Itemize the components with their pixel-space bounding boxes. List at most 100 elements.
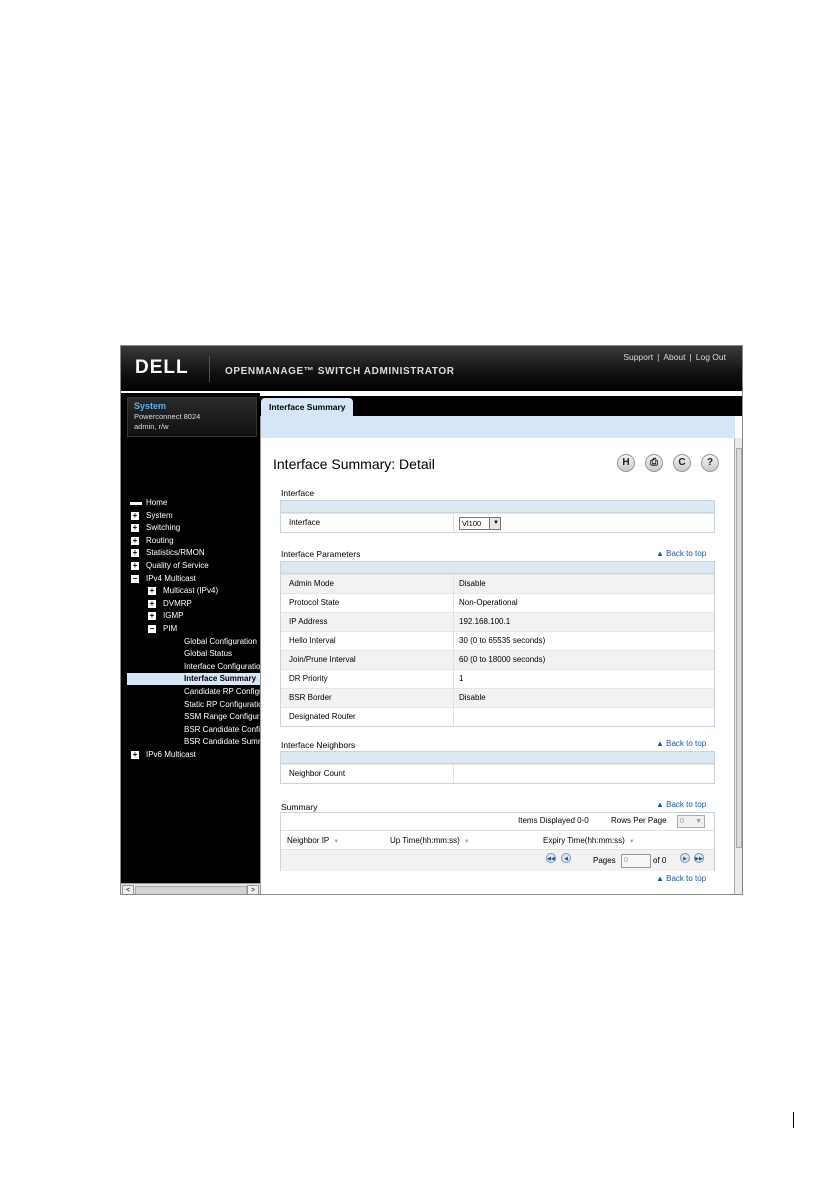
support-link[interactable]: Support — [623, 352, 653, 362]
nav-item[interactable]: BSR Candidate Configuration — [121, 724, 289, 736]
pagination-bar: ◀◀ ◀ Pages 0 of 0 ▶ ▶▶ — [281, 849, 714, 871]
save-icon[interactable]: H — [617, 454, 635, 472]
back-to-top-link[interactable]: ▲ Back to top — [656, 739, 706, 748]
nav-item[interactable]: + Multicast (IPv4) — [121, 585, 260, 597]
col-up-time[interactable]: Up Time(hh:mm:ss) ▼ — [390, 836, 470, 845]
system-info-box[interactable]: System Powerconnect 8024 admin, r/w — [127, 397, 257, 437]
nav-item[interactable]: + System — [121, 510, 260, 522]
nav-item[interactable]: + IPv6 Multicast — [121, 749, 260, 761]
nav-item[interactable]: − IPv4 Multicast — [121, 573, 260, 585]
page-of-label: of 0 — [653, 856, 667, 865]
table-row: DR Priority 1 — [281, 669, 714, 688]
nav-item[interactable]: + DVMRP — [121, 598, 260, 610]
nav-item[interactable]: BSR Candidate Summary — [121, 736, 276, 748]
param-label: Protocol State — [289, 598, 340, 607]
items-displayed-label: Items Displayed 0-0 — [518, 816, 589, 825]
chevron-down-icon: ▼ — [695, 818, 702, 825]
home-icon — [130, 502, 142, 505]
expand-icon[interactable]: + — [131, 524, 139, 533]
param-value: 192.168.100.1 — [459, 617, 511, 626]
expand-icon[interactable]: + — [148, 599, 156, 608]
neighbors-table: Neighbor Count — [280, 751, 715, 784]
nav-item-label: Home — [146, 498, 168, 507]
collapse-icon[interactable]: − — [131, 574, 139, 583]
about-link[interactable]: About — [663, 352, 685, 362]
nav-item-label: Quality of Service — [146, 561, 209, 570]
expand-icon[interactable]: + — [131, 751, 139, 759]
param-value: Non-Operational — [459, 598, 518, 607]
table-row: BSR Border Disable — [281, 688, 714, 707]
nav-item-label: Global Configuration — [184, 636, 257, 646]
nav-item-label: Statistics/RMON — [146, 548, 205, 558]
expand-icon[interactable]: + — [148, 612, 156, 621]
nav-horizontal-scrollbar[interactable]: < > — [121, 883, 260, 894]
next-page-icon[interactable]: ▶ — [680, 853, 690, 863]
nav-item[interactable]: Interface Summary — [127, 673, 260, 686]
nav-item[interactable]: Static RP Configuration — [121, 699, 267, 711]
logout-link[interactable]: Log Out — [696, 352, 726, 362]
nav-item-label: PIM — [163, 624, 178, 633]
expand-icon[interactable]: + — [131, 562, 139, 570]
content-vertical-scrollbar[interactable] — [734, 438, 742, 894]
nav-item[interactable]: + IGMP — [121, 610, 260, 622]
scroll-left-icon[interactable]: < — [122, 885, 134, 894]
print-icon[interactable]: ⎙ — [645, 454, 663, 472]
page-input[interactable]: 0 — [621, 854, 651, 868]
expand-icon[interactable]: + — [131, 549, 139, 558]
params-section-title: Interface Parameters — [281, 549, 361, 559]
table-row: Interface Vl100 ▼ — [281, 513, 714, 532]
interface-select[interactable]: Vl100 ▼ — [459, 517, 501, 530]
back-to-top-link[interactable]: ▲ Back to top — [656, 874, 706, 883]
nav-item[interactable]: SSM Range Configuration — [121, 711, 277, 723]
rows-per-page-value: 0 — [680, 818, 684, 825]
nav-item[interactable]: + Quality of Service — [121, 560, 260, 572]
nav-item-label: Interface Configuration — [184, 661, 265, 671]
summary-table: Items Displayed 0-0 Rows Per Page 0 ▼ Ne… — [280, 812, 715, 871]
col-expiry-time[interactable]: Expiry Time(hh:mm:ss) ▼ — [543, 836, 635, 845]
expand-icon[interactable]: + — [148, 587, 156, 596]
left-panel: System Powerconnect 8024 admin, r/w Home… — [121, 393, 289, 883]
first-page-icon[interactable]: ◀◀ — [546, 853, 556, 863]
prev-page-icon[interactable]: ◀ — [561, 853, 571, 863]
back-to-top-link[interactable]: ▲ Back to top — [656, 800, 706, 809]
param-label: Join/Prune Interval — [289, 655, 356, 664]
scroll-right-icon[interactable]: > — [247, 885, 259, 894]
nav-item-label: Routing — [146, 535, 174, 545]
last-page-icon[interactable]: ▶▶ — [694, 853, 704, 863]
chevron-down-icon[interactable]: ▼ — [489, 518, 500, 529]
nav-item-label: IPv6 Multicast — [146, 750, 196, 759]
collapse-icon[interactable]: − — [148, 625, 156, 633]
expand-icon[interactable]: + — [131, 511, 139, 520]
nav-item[interactable]: Global Status — [121, 648, 260, 660]
scroll-thumb[interactable] — [135, 886, 247, 894]
nav-item[interactable]: + Statistics/RMON — [121, 547, 260, 559]
pages-label: Pages — [593, 856, 616, 865]
neighbors-section-title: Interface Neighbors — [281, 740, 356, 750]
system-title: System — [134, 401, 167, 411]
table-row: Admin Mode Disable — [281, 574, 714, 593]
nav-item[interactable]: + Switching — [121, 522, 260, 534]
nav-item[interactable]: Home — [121, 497, 260, 509]
rows-per-page-select[interactable]: 0 ▼ — [677, 815, 705, 828]
back-to-top-link[interactable]: ▲ Back to top — [656, 549, 706, 558]
interface-table: Interface Vl100 ▼ — [280, 500, 715, 533]
nav-item[interactable]: Candidate RP Configuration — [121, 686, 283, 698]
help-icon[interactable]: ? — [701, 454, 719, 472]
nav-item[interactable]: Global Configuration — [121, 636, 260, 648]
param-value: 60 (0 to 18000 seconds) — [459, 655, 546, 664]
col-neighbor-ip[interactable]: Neighbor IP ▼ — [287, 836, 339, 845]
dell-logo: DELL — [135, 357, 189, 378]
refresh-icon[interactable]: C — [673, 454, 691, 472]
header-divider — [209, 356, 210, 382]
nav-item[interactable]: Interface Configuration — [121, 661, 265, 673]
nav-item-label: Switching — [146, 523, 181, 533]
app-window: DELL OPENMANAGE™ SWITCH ADMINISTRATOR Su… — [120, 345, 743, 895]
scroll-thumb[interactable] — [736, 448, 742, 848]
table-row: IP Address 192.168.100.1 — [281, 612, 714, 631]
table-header — [281, 752, 714, 764]
content-area: Interface Summary: Detail H ⎙ C ? Interf… — [260, 416, 735, 894]
nav-item[interactable]: − PIM — [121, 623, 260, 635]
content-top-strip — [261, 416, 735, 438]
nav-item[interactable]: + Routing — [121, 535, 260, 547]
expand-icon[interactable]: + — [131, 536, 139, 545]
